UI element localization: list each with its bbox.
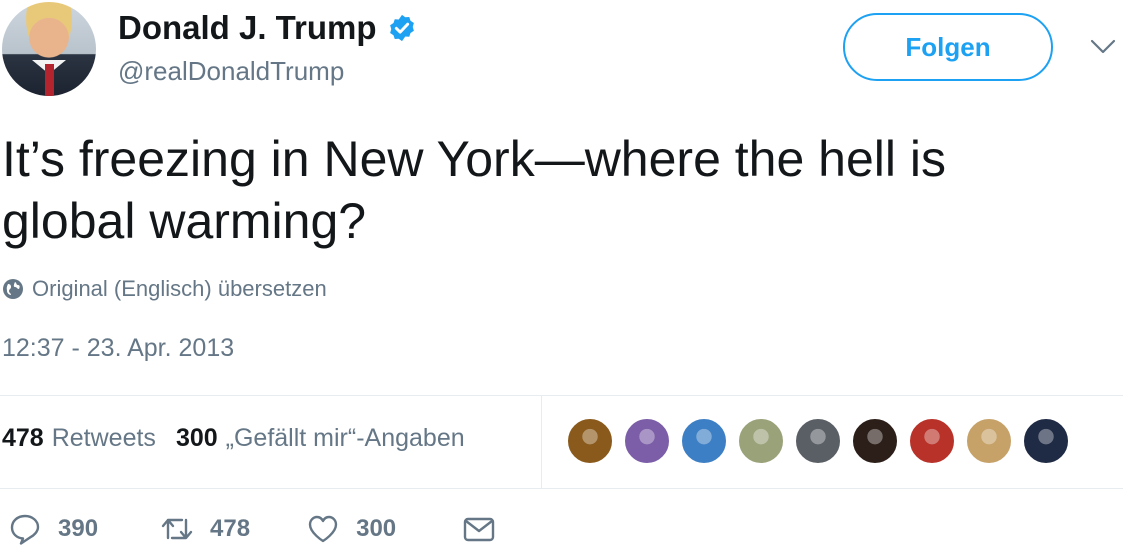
retweets-stat[interactable]: 478 Retweets bbox=[2, 424, 156, 453]
retweets-label: Retweets bbox=[51, 424, 156, 452]
direct-message-button[interactable] bbox=[462, 512, 496, 546]
tweet-timestamp[interactable]: 12:37 - 23. Apr. 2013 bbox=[2, 334, 234, 363]
tweet-text: It’s freezing in New York—where the hell… bbox=[2, 128, 1112, 252]
verified-badge-icon bbox=[389, 14, 414, 42]
heart-icon bbox=[308, 515, 338, 543]
avatar[interactable] bbox=[2, 2, 96, 96]
retweets-count: 478 bbox=[2, 424, 44, 452]
tweet-text-line: It’s freezing in New York—where the hell… bbox=[2, 131, 946, 187]
likes-label: „Gefällt mir“-Angaben bbox=[225, 424, 465, 452]
globe-icon bbox=[3, 279, 23, 299]
liker-avatar[interactable] bbox=[908, 417, 956, 465]
liker-avatar[interactable] bbox=[794, 417, 842, 465]
liker-avatar[interactable] bbox=[1022, 417, 1070, 465]
likes-stat[interactable]: 300 „Gefällt mir“-Angaben bbox=[176, 424, 465, 453]
message-icon bbox=[463, 517, 495, 542]
liker-avatar[interactable] bbox=[851, 417, 899, 465]
chevron-down-icon[interactable] bbox=[1090, 38, 1116, 56]
divider bbox=[541, 395, 542, 488]
tweet-text-line: global warming? bbox=[2, 193, 367, 249]
divider bbox=[0, 395, 1123, 396]
reply-button[interactable]: 390 bbox=[8, 512, 98, 546]
divider bbox=[0, 488, 1123, 489]
liker-avatar[interactable] bbox=[965, 417, 1013, 465]
like-button[interactable]: 300 bbox=[306, 512, 396, 546]
liker-avatars bbox=[566, 417, 1070, 465]
retweet-count: 478 bbox=[210, 515, 251, 542]
liker-avatar[interactable] bbox=[566, 417, 614, 465]
translate-link[interactable]: Original (Englisch) übersetzen bbox=[2, 274, 327, 304]
tweet-actions: 390 478 300 bbox=[8, 512, 496, 546]
liker-avatar[interactable] bbox=[737, 417, 785, 465]
tweet-stats: 478 Retweets 300 „Gefällt mir“-Angaben bbox=[2, 424, 465, 453]
author-name-row: Donald J. Trump bbox=[118, 8, 417, 48]
retweet-icon bbox=[161, 518, 193, 540]
like-count: 300 bbox=[356, 515, 397, 542]
likes-count: 300 bbox=[175, 424, 218, 452]
author-name[interactable]: Donald J. Trump bbox=[118, 9, 377, 47]
follow-button[interactable]: Folgen bbox=[843, 13, 1053, 81]
reply-count: 390 bbox=[58, 515, 99, 542]
reply-icon bbox=[10, 514, 40, 545]
liker-avatar[interactable] bbox=[623, 417, 671, 465]
retweet-button[interactable]: 478 bbox=[160, 512, 250, 546]
translate-label[interactable]: Original (Englisch) übersetzen bbox=[32, 276, 327, 302]
author-handle[interactable]: @realDonaldTrump bbox=[118, 56, 344, 87]
liker-avatar[interactable] bbox=[680, 417, 728, 465]
